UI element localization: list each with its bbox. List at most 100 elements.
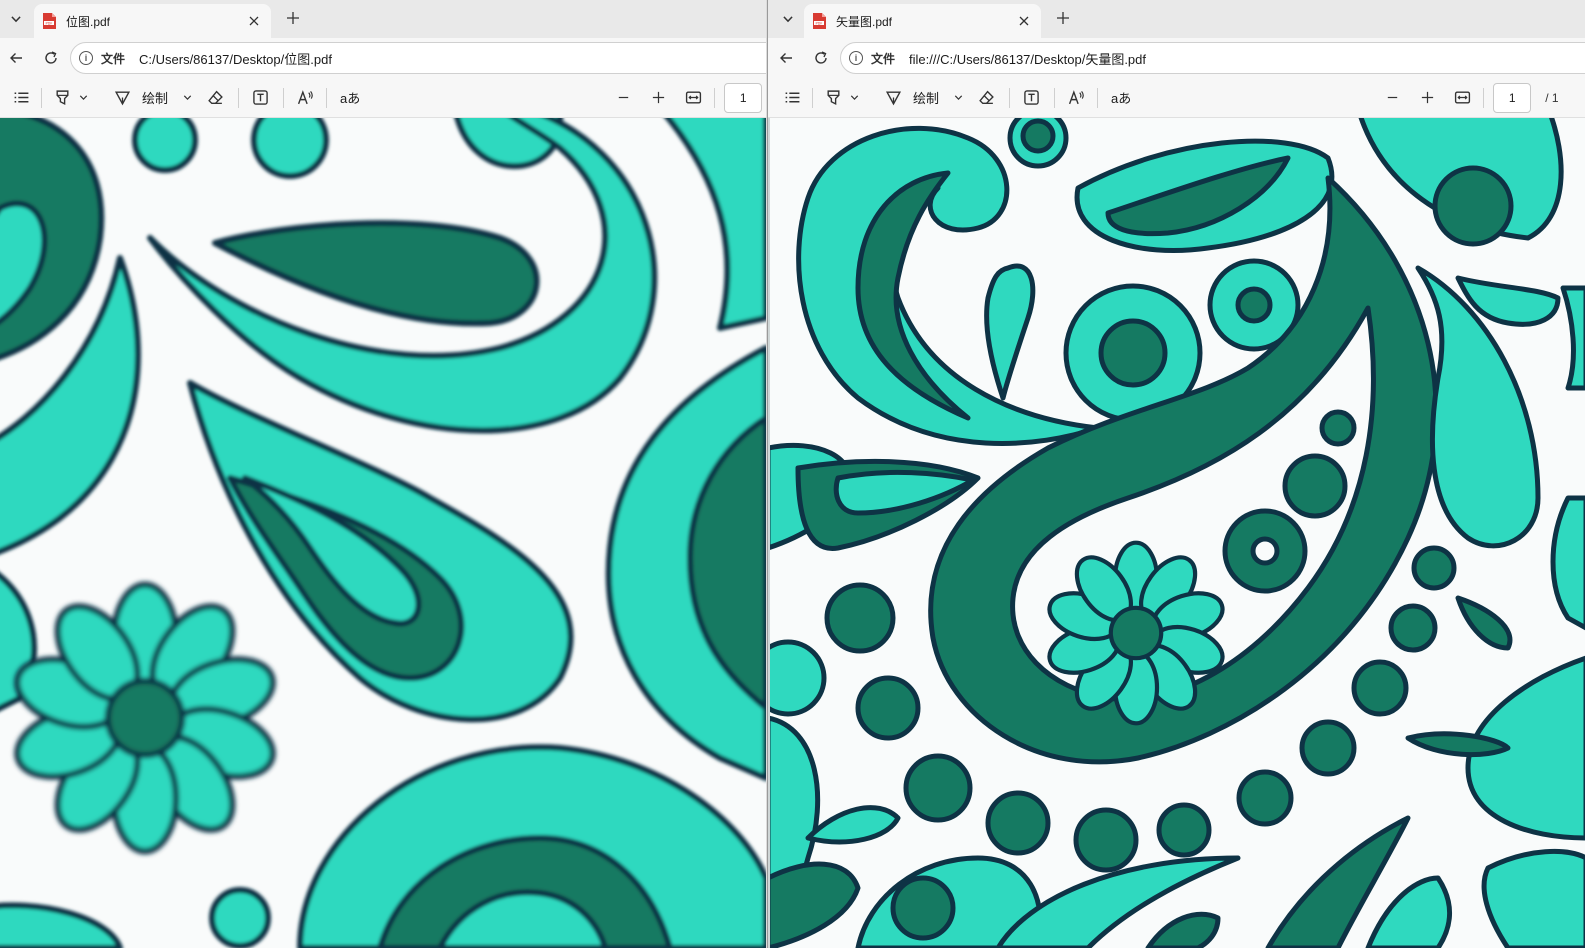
tab-title: 位图.pdf xyxy=(66,14,111,29)
info-icon[interactable]: i xyxy=(849,51,863,65)
minus-icon xyxy=(616,90,631,105)
chevron-down-icon xyxy=(182,92,193,103)
draw-button[interactable]: 绘制 xyxy=(881,84,943,112)
url-box[interactable]: i 文件 file:///C:/Users/86137/Desktop/矢量图.… xyxy=(840,42,1585,74)
address-bar: i 文件 file:///C:/Users/86137/Desktop/矢量图.… xyxy=(768,38,1585,78)
url-scheme-label: 文件 xyxy=(101,51,126,66)
pen-icon xyxy=(114,89,131,106)
close-icon xyxy=(1019,16,1029,26)
bitmap-pattern-image xyxy=(0,118,766,948)
draw-options-button[interactable] xyxy=(951,92,965,103)
new-tab-button[interactable] xyxy=(282,7,304,29)
tab-strip: 矢量图.pdf xyxy=(768,0,1585,38)
address-bar: i 文件 C:/Users/86137/Desktop/位图.pdf xyxy=(0,38,766,78)
immersive-reader-button[interactable]: aあ xyxy=(337,84,363,112)
close-tab-button[interactable] xyxy=(1015,12,1033,30)
toolbar-divider xyxy=(1054,87,1056,108)
right-browser-window: 矢量图.pdf i 文件 file:///C:/Users/86137/Desk… xyxy=(767,0,1585,948)
tab-list-button[interactable] xyxy=(4,6,28,32)
url-box[interactable]: i 文件 C:/Users/86137/Desktop/位图.pdf xyxy=(70,42,766,74)
toolbar-divider xyxy=(41,87,42,108)
highlighter-icon xyxy=(54,89,71,106)
text-box-icon xyxy=(252,89,269,106)
erase-button[interactable] xyxy=(973,84,999,112)
url-text[interactable]: file:///C:/Users/86137/Desktop/矢量图.pdf xyxy=(909,49,1146,68)
refresh-button[interactable] xyxy=(35,43,67,73)
chevron-down-icon xyxy=(781,12,795,26)
read-aloud-button[interactable] xyxy=(292,84,318,112)
plus-icon xyxy=(1420,90,1435,105)
arrow-left-icon xyxy=(778,50,794,66)
vector-pattern-image xyxy=(768,118,1585,948)
pdf-file-icon xyxy=(42,13,56,29)
pdf-toolbar: 绘制 aあ 1 xyxy=(0,78,766,118)
immersive-reader-label: aあ xyxy=(1111,91,1132,106)
read-aloud-icon xyxy=(297,89,314,106)
immersive-reader-button[interactable]: aあ xyxy=(1108,84,1134,112)
zoom-out-button[interactable] xyxy=(610,84,636,112)
chevron-down-icon xyxy=(78,92,89,103)
draw-label: 绘制 xyxy=(142,91,169,106)
highlighter-icon xyxy=(825,89,842,106)
page-number-input[interactable]: 1 xyxy=(724,82,763,113)
close-tab-button[interactable] xyxy=(245,12,263,30)
tab-list-button[interactable] xyxy=(776,6,800,32)
plus-icon xyxy=(651,90,666,105)
new-tab-button[interactable] xyxy=(1052,7,1074,29)
fit-width-button[interactable] xyxy=(680,84,706,112)
zoom-out-button[interactable] xyxy=(1379,84,1405,112)
read-aloud-icon xyxy=(1068,89,1085,106)
eraser-icon xyxy=(207,89,224,106)
page-number-input[interactable]: 1 xyxy=(1493,82,1532,113)
draw-label: 绘制 xyxy=(913,91,940,106)
chevron-down-icon xyxy=(9,12,23,26)
info-icon[interactable]: i xyxy=(79,51,93,65)
erase-button[interactable] xyxy=(202,84,228,112)
highlight-button[interactable] xyxy=(50,84,74,112)
toolbar-divider xyxy=(714,87,716,108)
back-button[interactable] xyxy=(0,43,32,73)
toolbar-divider xyxy=(326,87,328,108)
pdf-file-icon xyxy=(812,13,826,29)
toolbar-divider xyxy=(1097,87,1099,108)
draw-button[interactable]: 绘制 xyxy=(110,84,172,112)
contents-button[interactable] xyxy=(778,84,806,112)
plus-icon xyxy=(285,10,301,26)
page-total: / 1 xyxy=(1545,90,1559,105)
pen-icon xyxy=(885,89,902,106)
tab-bitmap-pdf[interactable]: 位图.pdf xyxy=(34,4,271,38)
highlight-options-button[interactable] xyxy=(847,92,861,103)
back-button[interactable] xyxy=(770,43,802,73)
draw-options-button[interactable] xyxy=(180,92,194,103)
pdf-page-vector xyxy=(768,118,1585,948)
add-text-button[interactable] xyxy=(247,84,273,112)
url-text[interactable]: C:/Users/86137/Desktop/位图.pdf xyxy=(139,49,332,68)
toolbar-divider xyxy=(1483,87,1485,108)
contents-button[interactable] xyxy=(7,84,35,112)
close-icon xyxy=(249,16,259,26)
highlight-button[interactable] xyxy=(821,84,845,112)
immersive-reader-label: aあ xyxy=(340,91,361,106)
tab-strip: 位图.pdf xyxy=(0,0,766,38)
toolbar-divider xyxy=(238,87,240,108)
url-scheme-label: 文件 xyxy=(871,51,896,66)
toolbar-divider xyxy=(812,87,813,108)
toolbar-divider xyxy=(1009,87,1011,108)
arrow-left-icon xyxy=(8,50,24,66)
pdf-toolbar: 绘制 aあ 1 / 1 xyxy=(768,78,1585,118)
refresh-button[interactable] xyxy=(805,43,837,73)
refresh-icon xyxy=(43,50,59,66)
zoom-in-button[interactable] xyxy=(645,84,671,112)
toolbar-divider xyxy=(283,87,285,108)
read-aloud-button[interactable] xyxy=(1063,84,1089,112)
fit-width-icon xyxy=(1454,89,1471,106)
list-icon xyxy=(13,89,30,106)
fit-width-button[interactable] xyxy=(1449,84,1475,112)
tab-vector-pdf[interactable]: 矢量图.pdf xyxy=(804,4,1041,38)
zoom-in-button[interactable] xyxy=(1414,84,1440,112)
refresh-icon xyxy=(813,50,829,66)
highlight-options-button[interactable] xyxy=(76,92,90,103)
list-icon xyxy=(784,89,801,106)
add-text-button[interactable] xyxy=(1018,84,1044,112)
plus-icon xyxy=(1055,10,1071,26)
